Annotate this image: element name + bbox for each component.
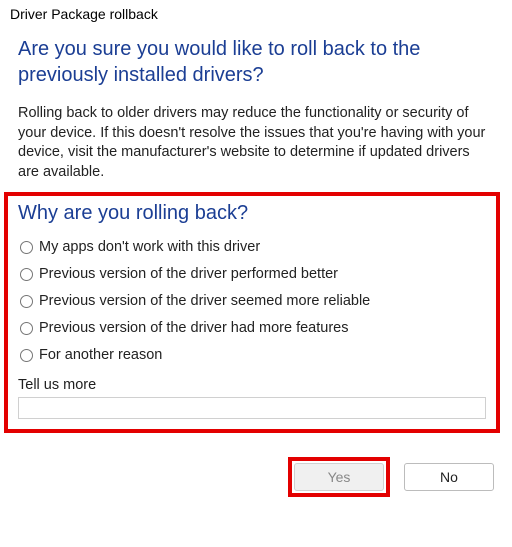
reason-option-apps[interactable]: My apps don't work with this driver — [20, 239, 486, 255]
yes-button[interactable]: Yes — [294, 463, 384, 491]
reason-radio-list: My apps don't work with this driver Prev… — [18, 239, 486, 363]
window-title: Driver Package rollback — [0, 0, 512, 26]
tell-more-label: Tell us more — [18, 377, 486, 393]
reason-label: Previous version of the driver performed… — [39, 266, 338, 282]
reason-section: Why are you rolling back? My apps don't … — [4, 192, 500, 433]
reason-heading: Why are you rolling back? — [18, 202, 486, 225]
reason-radio-more-features[interactable] — [20, 322, 33, 335]
no-button[interactable]: No — [404, 463, 494, 491]
yes-button-highlight: Yes — [288, 457, 390, 497]
dialog-content: Are you sure you would like to roll back… — [0, 26, 512, 437]
reason-radio-more-reliable[interactable] — [20, 295, 33, 308]
button-bar: Yes No — [0, 437, 512, 497]
reason-radio-apps[interactable] — [20, 241, 33, 254]
reason-label: Previous version of the driver had more … — [39, 320, 348, 336]
reason-option-more-reliable[interactable]: Previous version of the driver seemed mo… — [20, 293, 486, 309]
reason-option-more-features[interactable]: Previous version of the driver had more … — [20, 320, 486, 336]
main-heading: Are you sure you would like to roll back… — [18, 36, 494, 88]
reason-radio-performed-better[interactable] — [20, 268, 33, 281]
reason-radio-another[interactable] — [20, 349, 33, 362]
reason-option-another[interactable]: For another reason — [20, 347, 486, 363]
reason-label: For another reason — [39, 347, 162, 363]
reason-label: My apps don't work with this driver — [39, 239, 260, 255]
tell-more-input[interactable] — [18, 397, 486, 419]
reason-option-performed-better[interactable]: Previous version of the driver performed… — [20, 266, 486, 282]
reason-label: Previous version of the driver seemed mo… — [39, 293, 370, 309]
description-text: Rolling back to older drivers may reduce… — [18, 104, 494, 182]
